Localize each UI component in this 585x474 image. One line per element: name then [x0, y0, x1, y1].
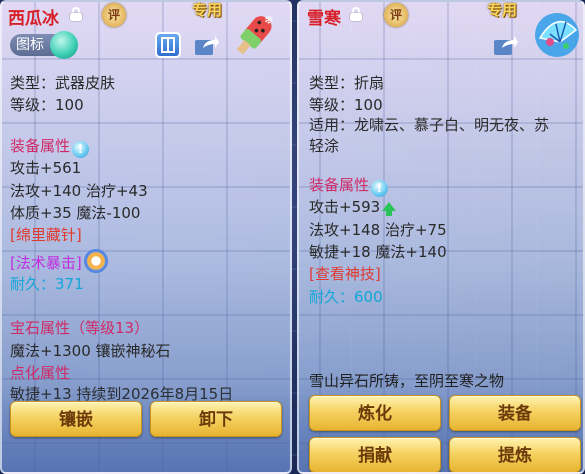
item-name: 雪寒 — [307, 9, 341, 29]
popsicle-item-icon: ❄ — [228, 12, 280, 58]
help-icon[interactable]: ! — [72, 141, 90, 158]
gem-stat: 魔法+1300 镶嵌神秘石 — [10, 342, 171, 360]
magic-heal-stat: 法攻+140 治疗+43 — [10, 182, 148, 200]
rating-badge[interactable]: 评 — [384, 3, 408, 27]
exclusive-label: 专用 — [192, 1, 223, 19]
view-skill-tag[interactable]: [查看神技] — [309, 263, 381, 284]
item-detail-panel-left: 西瓜冰 评 专用 图标 ❄ 类型：武器皮肤 等级：100 装备属性! 攻击+56… — [0, 0, 292, 474]
item-level: 等级：100 — [10, 96, 84, 114]
durability: 耐久：600 — [309, 288, 383, 306]
donate-button[interactable]: 捐献 — [309, 437, 441, 472]
item-level: 等级：100 — [309, 96, 383, 114]
attack-stat: 攻击+593 — [309, 196, 397, 217]
item-name: 西瓜冰 — [8, 9, 59, 29]
constitution-magic-stat: 体质+35 魔法-100 — [10, 204, 141, 222]
enchant-title: 点化属性 — [10, 364, 71, 382]
item-type: 类型：折扇 — [309, 74, 385, 92]
applicable-roles: 适用：龙啸云、慕子白、明无夜、苏 — [309, 116, 550, 134]
share-icon[interactable] — [193, 32, 219, 58]
unequip-button[interactable]: 卸下 — [150, 401, 282, 437]
attack-stat: 攻击+561 — [10, 159, 82, 177]
lock-icon[interactable] — [70, 7, 82, 21]
gem-attr-title: 宝石属性（等级13） — [10, 319, 150, 337]
swirl-icon — [83, 249, 108, 273]
toggle-knob — [50, 31, 78, 59]
help-icon[interactable]: ! — [371, 180, 389, 197]
equip-button[interactable]: 装备 — [449, 395, 581, 431]
share-icon[interactable] — [492, 32, 518, 58]
applicable-roles-cont: 轻涂 — [309, 137, 340, 155]
item-description: 雪山异石所铸，至阴至寒之物 — [309, 372, 505, 390]
durability: 耐久：371 — [10, 275, 84, 293]
lock-icon[interactable] — [350, 7, 362, 21]
special-effect-tag[interactable]: [绵里藏针] — [10, 224, 82, 245]
icon-toggle[interactable]: 图标 — [10, 31, 78, 59]
special-skill-tag[interactable]: [法术暴击] — [10, 249, 108, 273]
agility-magic-stat: 敏捷+18 魔法+140 — [309, 243, 447, 261]
rating-badge[interactable]: 评 — [102, 3, 126, 27]
refine-button[interactable]: 炼化 — [309, 395, 441, 431]
svg-text:❄: ❄ — [264, 13, 274, 27]
extract-button[interactable]: 提炼 — [449, 437, 581, 472]
item-detail-panel-right: 雪寒 评 专用 类型：折扇 等级：100 适用：龙啸云、慕子白、明无夜、苏 轻涂… — [297, 0, 585, 474]
exclusive-label: 专用 — [487, 1, 518, 19]
up-arrow-icon — [382, 202, 397, 216]
inlay-button[interactable]: 镶嵌 — [10, 401, 142, 437]
wardrobe-icon[interactable] — [155, 32, 181, 58]
fan-item-icon — [530, 8, 583, 60]
item-type: 类型：武器皮肤 — [10, 74, 116, 92]
magic-heal-stat: 法攻+148 治疗+75 — [309, 221, 447, 239]
icon-toggle-label: 图标 — [16, 37, 44, 53]
equip-attr-title: 装备属性! — [309, 174, 389, 197]
equip-attr-title: 装备属性! — [10, 135, 90, 158]
